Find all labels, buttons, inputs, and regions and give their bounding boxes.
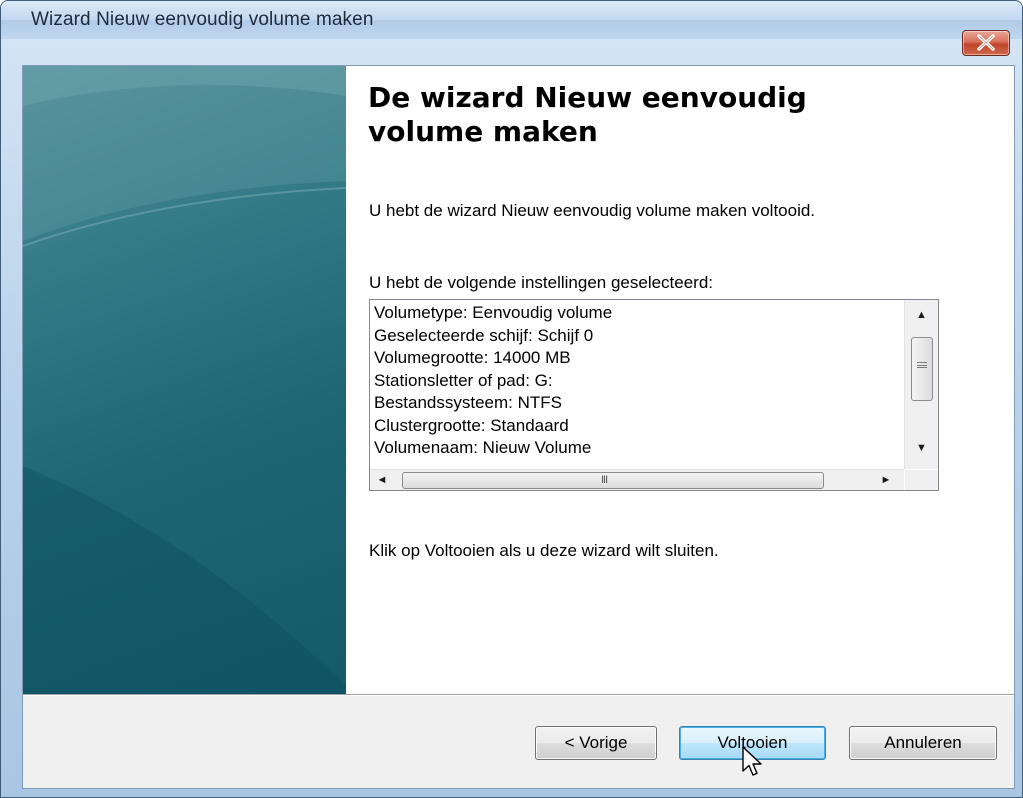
settings-lines: Volumetype: Eenvoudig volume Geselecteer… <box>374 302 894 458</box>
mouse-pointer-icon <box>742 746 762 776</box>
horizontal-scrollbar[interactable]: ◄ III ► <box>370 469 904 490</box>
wizard-content: De wizard Nieuw eenvoudig volume maken U… <box>346 66 1014 694</box>
scrollbar-corner <box>905 470 938 490</box>
title-bar[interactable]: Wizard Nieuw eenvoudig volume maken <box>1 1 1022 39</box>
setting-line-volume-type: Volumetype: Eenvoudig volume <box>374 303 613 322</box>
horizontal-scroll-thumb[interactable]: III <box>402 472 824 489</box>
setting-line-cluster-size: Clustergrootte: Standaard <box>374 415 569 435</box>
setting-line-disk: Geselecteerde schijf: Schijf 0 <box>374 325 594 345</box>
setting-line-file-system: Bestandssysteem: NTFS <box>374 393 563 412</box>
settings-label: U hebt de volgende instellingen geselect… <box>369 273 714 292</box>
window-title: Wizard Nieuw eenvoudig volume maken <box>31 9 374 30</box>
vertical-scrollbar[interactable]: ▲ ▼ <box>904 300 938 469</box>
settings-summary-list[interactable]: Volumetype: Eenvoudig volume Geselecteer… <box>369 299 939 491</box>
setting-line-drive-letter: Stationsletter of pad: G: <box>374 370 553 390</box>
scroll-up-icon[interactable]: ▲ <box>905 300 938 330</box>
finish-instruction: Klik op Voltooien als u deze wizard wilt… <box>369 541 719 560</box>
scroll-left-icon[interactable]: ◄ <box>370 470 394 490</box>
vertical-scroll-thumb[interactable] <box>911 337 933 401</box>
close-button[interactable] <box>962 30 1010 56</box>
close-icon <box>977 34 995 51</box>
scroll-grip-icon: III <box>601 474 608 486</box>
wizard-body: De wizard Nieuw eenvoudig volume maken U… <box>22 65 1015 789</box>
setting-line-volume-size: Volumegrootte: 14000 MB <box>374 348 571 367</box>
wizard-side-banner <box>23 66 346 694</box>
page-heading: De wizard Nieuw eenvoudig volume maken <box>368 81 807 148</box>
scroll-down-icon[interactable]: ▼ <box>905 433 938 463</box>
button-bar: < Vorige Voltooien Annuleren <box>23 696 1014 788</box>
wizard-window: Wizard Nieuw eenvoudig volume maken De w… <box>0 0 1023 798</box>
cancel-button[interactable]: Annuleren <box>849 726 997 760</box>
completed-message: U hebt de wizard Nieuw eenvoudig volume … <box>369 201 816 220</box>
back-button[interactable]: < Vorige <box>535 726 657 760</box>
scroll-right-icon[interactable]: ► <box>874 470 898 490</box>
setting-line-volume-label: Volumenaam: Nieuw Volume <box>374 438 592 457</box>
